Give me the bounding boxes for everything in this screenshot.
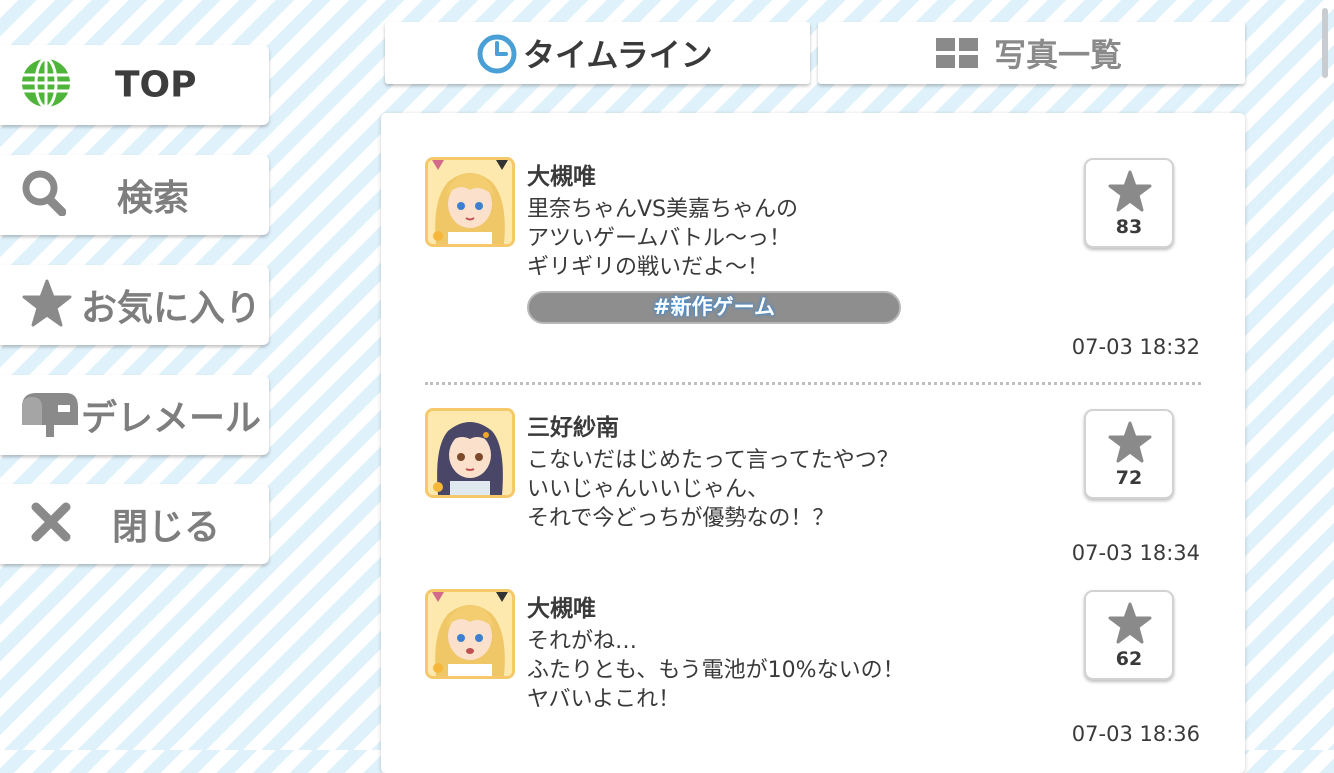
post-line: こないだはじめたって言ってたやつ？ [527,448,899,473]
scrollbar[interactable] [1322,8,1328,78]
post-text: 里奈ちゃんVS美嘉ちゃんの アツいゲームバトル〜っ！ ギリギリの戦いだよ〜！ [527,195,798,282]
post-line: アツいゲームバトル〜っ！ [527,226,792,251]
post-line: 里奈ちゃんVS美嘉ちゃんの [527,197,799,222]
tab-timeline[interactable]: タイムライン [385,22,810,84]
post-time: 07-03 18:34 [1071,541,1200,565]
sidebar-item-label: 検索 [117,178,190,219]
like-button[interactable]: 72 [1084,409,1174,499]
sidebar-item-search[interactable]: 検索 [0,155,269,235]
like-count: 62 [1115,648,1143,670]
hashtag-label: #新作ゲーム [653,295,775,319]
avatar[interactable] [425,157,515,247]
timeline-panel[interactable]: 大槻唯 里奈ちゃんVS美嘉ちゃんの アツいゲームバトル〜っ！ ギリギリの戦いだよ… [381,113,1245,773]
star-icon [1108,602,1152,644]
like-count: 72 [1115,467,1143,489]
search-icon [22,170,67,220]
like-button[interactable]: 62 [1084,590,1174,680]
tab-label: 写真一覧 [994,36,1123,74]
post-time: 07-03 18:32 [1071,335,1200,359]
post-line: ふたりとも、もう電池が10%ないの！ [527,658,905,683]
sidebar-item-label: 閉じる [112,507,221,548]
sidebar-item-label: お気に入り [81,288,262,329]
post-author: 大槻唯 [527,164,596,190]
post-line: いいじゃんいいじゃん、 [527,477,770,502]
post-line: ギリギリの戦いだよ〜！ [527,255,770,280]
post-text: こないだはじめたって言ってたやつ？ いいじゃんいいじゃん、 それで今どっちが優勢… [527,446,899,533]
grid-icon [936,38,978,74]
like-count: 83 [1115,216,1143,238]
mailbox-icon [18,387,80,443]
sidebar-item-top[interactable]: TOP [0,45,269,125]
post-line: それで今どっちが優勢なの！？ [527,506,835,531]
star-icon [1108,170,1152,212]
star-icon [22,279,72,331]
avatar[interactable] [425,589,515,679]
tab-photos[interactable]: 写真一覧 [818,22,1245,84]
post-author: 三好紗南 [527,415,619,441]
hashtag-chip[interactable]: #新作ゲーム [527,291,901,324]
post-author: 大槻唯 [527,596,596,622]
avatar[interactable] [425,408,515,498]
sidebar-item-label: TOP [115,64,197,106]
sidebar-item-close[interactable]: 閉じる [0,484,269,564]
star-icon [1108,421,1152,463]
post-divider [425,382,1201,385]
close-icon [30,501,72,547]
globe-icon [20,57,72,113]
like-button[interactable]: 83 [1084,158,1174,248]
tab-label: タイムライン [523,36,713,74]
sidebar-item-deremail[interactable]: デレメール [0,375,269,455]
post-text: それがね… ふたりとも、もう電池が10%ないの！ ヤバいよこれ！ [527,627,905,714]
post-line: ヤバいよこれ！ [527,687,681,712]
sidebar-item-label: デレメール [81,398,262,439]
sidebar-item-favorites[interactable]: お気に入り [0,265,269,345]
post-time: 07-03 18:36 [1071,722,1200,746]
clock-icon [477,34,517,78]
post-line: それがね… [527,629,638,654]
